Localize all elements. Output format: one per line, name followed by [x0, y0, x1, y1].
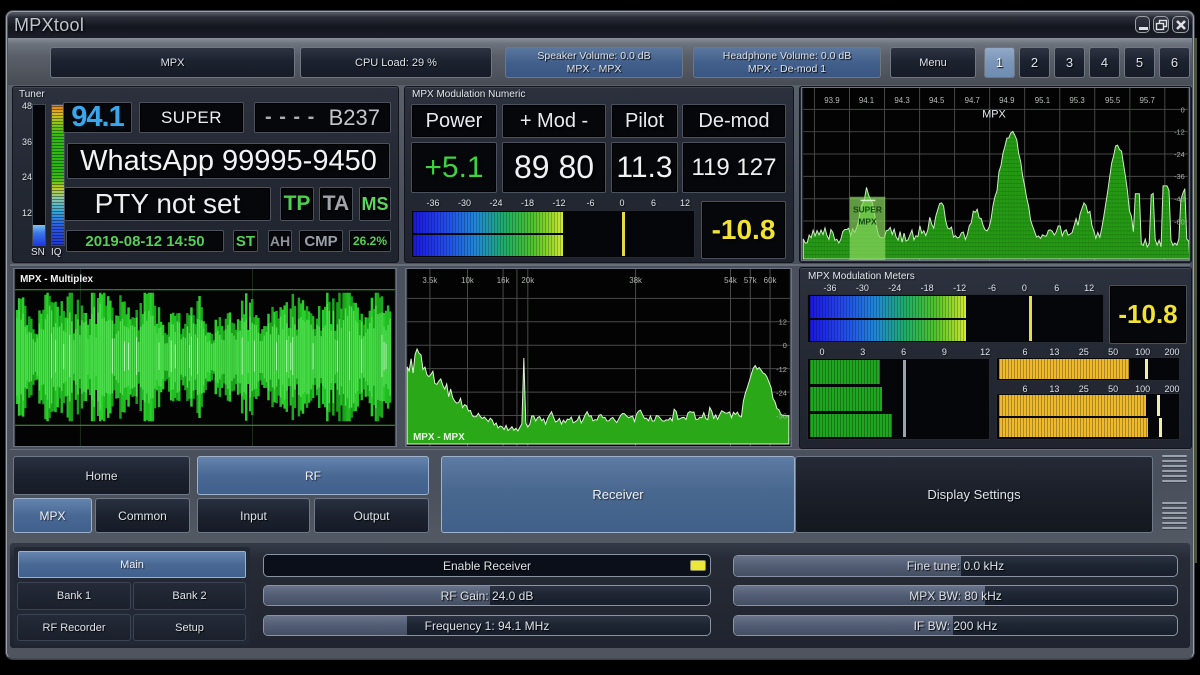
svg-text:SUPER: SUPER: [853, 205, 882, 215]
svg-text:-48: -48: [1174, 195, 1185, 204]
svg-text:16k: 16k: [497, 276, 510, 285]
svg-text:MPX - Multiplex: MPX - Multiplex: [20, 274, 93, 285]
svg-text:95.3: 95.3: [1069, 96, 1085, 105]
svg-text:20k: 20k: [521, 276, 534, 285]
svg-text:-60: -60: [1174, 217, 1185, 226]
svg-text:-24: -24: [1174, 150, 1185, 159]
svg-text:95.7: 95.7: [1140, 96, 1155, 105]
svg-text:0: 0: [783, 341, 787, 350]
svg-text:95.5: 95.5: [1105, 96, 1121, 105]
svg-text:94.1: 94.1: [859, 96, 874, 105]
svg-text:94.3: 94.3: [894, 96, 910, 105]
svg-text:-12: -12: [776, 365, 787, 374]
svg-text:3.5k: 3.5k: [422, 276, 437, 285]
svg-text:MPX - MPX: MPX - MPX: [413, 432, 465, 443]
svg-text:0: 0: [1181, 106, 1185, 115]
svg-text:MPX: MPX: [982, 109, 1006, 121]
svg-text:95.1: 95.1: [1035, 96, 1050, 105]
svg-text:94.5: 94.5: [929, 96, 945, 105]
svg-text:10k: 10k: [461, 276, 474, 285]
svg-text:54k: 54k: [724, 276, 737, 285]
svg-text:12: 12: [779, 317, 787, 326]
svg-text:MPX: MPX: [858, 216, 877, 226]
svg-text:94.9: 94.9: [999, 96, 1015, 105]
svg-text:-24: -24: [776, 389, 787, 398]
svg-text:-12: -12: [1174, 127, 1185, 136]
svg-text:-36: -36: [776, 411, 787, 420]
svg-text:-36: -36: [1174, 172, 1185, 181]
svg-text:38k: 38k: [629, 276, 642, 285]
svg-text:93.9: 93.9: [824, 96, 840, 105]
svg-text:94.7: 94.7: [965, 96, 980, 105]
svg-text:57k: 57k: [744, 276, 757, 285]
svg-text:60k: 60k: [764, 276, 777, 285]
